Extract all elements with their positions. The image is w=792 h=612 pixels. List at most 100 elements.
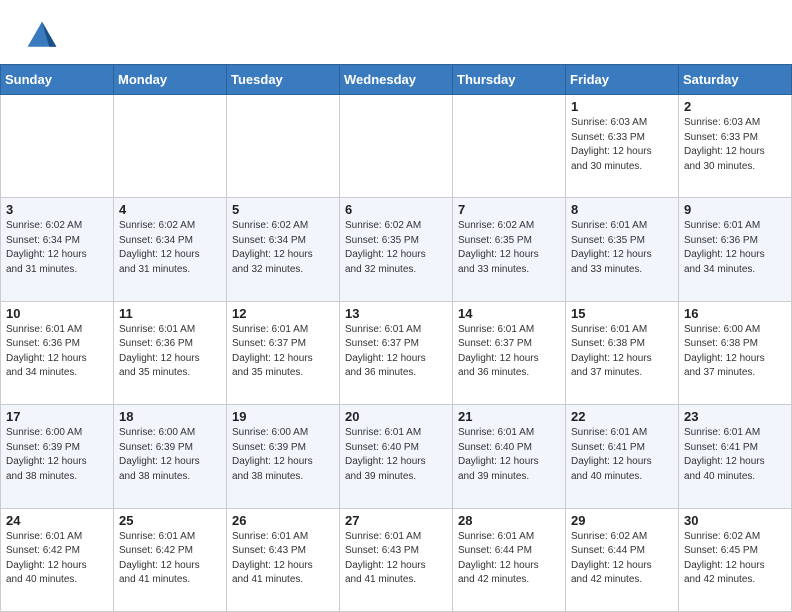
calendar-cell: 25 Sunrise: 6:01 AM Sunset: 6:42 PM Dayli… bbox=[114, 508, 227, 611]
day-number: 3 bbox=[6, 202, 108, 217]
day-number: 6 bbox=[345, 202, 447, 217]
weekday-header: Monday bbox=[114, 65, 227, 95]
day-info: Sunrise: 6:00 AM Sunset: 6:38 PM Dayligh… bbox=[684, 323, 786, 381]
calendar-body: 1Sunrise: 6:03 AM Sunset: 6:33 PM Daylig… bbox=[1, 95, 792, 612]
day-number: 29 bbox=[571, 513, 673, 528]
day-number: 25 bbox=[119, 513, 221, 528]
calendar-cell: 26 Sunrise: 6:01 AM Sunset: 6:43 PM Dayli… bbox=[227, 508, 340, 611]
day-number: 7 bbox=[458, 202, 560, 217]
day-number: 17 bbox=[6, 409, 108, 424]
day-number: 19 bbox=[232, 409, 334, 424]
day-info: Sunrise: 6:01 AM Sunset: 6:43 PM Dayligh… bbox=[232, 530, 334, 588]
calendar-cell bbox=[1, 95, 114, 198]
day-info: Sunrise: 6:01 AM Sunset: 6:37 PM Dayligh… bbox=[232, 323, 334, 381]
day-number: 16 bbox=[684, 306, 786, 321]
weekday-header: Friday bbox=[566, 65, 679, 95]
day-number: 24 bbox=[6, 513, 108, 528]
day-info: Sunrise: 6:01 AM Sunset: 6:43 PM Dayligh… bbox=[345, 530, 447, 588]
calendar-cell: 10 Sunrise: 6:01 AM Sunset: 6:36 PM Dayli… bbox=[1, 301, 114, 404]
day-info: Sunrise: 6:01 AM Sunset: 6:41 PM Dayligh… bbox=[684, 426, 786, 484]
calendar-cell: 30 Sunrise: 6:02 AM Sunset: 6:45 PM Dayli… bbox=[679, 508, 792, 611]
calendar-cell: 29 Sunrise: 6:02 AM Sunset: 6:44 PM Dayli… bbox=[566, 508, 679, 611]
calendar-cell: 5 Sunrise: 6:02 AM Sunset: 6:34 PM Daylig… bbox=[227, 198, 340, 301]
day-info: Sunrise: 6:01 AM Sunset: 6:37 PM Dayligh… bbox=[458, 323, 560, 381]
day-number: 1 bbox=[571, 99, 673, 114]
calendar-cell: 21Sunrise: 6:01 AM Sunset: 6:40 PM Dayli… bbox=[453, 405, 566, 508]
calendar-cell bbox=[453, 95, 566, 198]
calendar-week: 1Sunrise: 6:03 AM Sunset: 6:33 PM Daylig… bbox=[1, 95, 792, 198]
calendar: SundayMondayTuesdayWednesdayThursdayFrid… bbox=[0, 64, 792, 612]
day-number: 10 bbox=[6, 306, 108, 321]
day-info: Sunrise: 6:01 AM Sunset: 6:42 PM Dayligh… bbox=[119, 530, 221, 588]
day-number: 30 bbox=[684, 513, 786, 528]
day-number: 8 bbox=[571, 202, 673, 217]
day-info: Sunrise: 6:01 AM Sunset: 6:41 PM Dayligh… bbox=[571, 426, 673, 484]
calendar-cell: 23 Sunrise: 6:01 AM Sunset: 6:41 PM Dayli… bbox=[679, 405, 792, 508]
calendar-cell: 19 Sunrise: 6:00 AM Sunset: 6:39 PM Dayli… bbox=[227, 405, 340, 508]
day-info: Sunrise: 6:00 AM Sunset: 6:39 PM Dayligh… bbox=[232, 426, 334, 484]
calendar-cell: 13Sunrise: 6:01 AM Sunset: 6:37 PM Dayli… bbox=[340, 301, 453, 404]
calendar-cell: 18Sunrise: 6:00 AM Sunset: 6:39 PM Dayli… bbox=[114, 405, 227, 508]
calendar-cell: 12 Sunrise: 6:01 AM Sunset: 6:37 PM Dayli… bbox=[227, 301, 340, 404]
day-number: 26 bbox=[232, 513, 334, 528]
day-number: 23 bbox=[684, 409, 786, 424]
header bbox=[0, 0, 792, 64]
day-number: 4 bbox=[119, 202, 221, 217]
day-number: 12 bbox=[232, 306, 334, 321]
calendar-cell: 15 Sunrise: 6:01 AM Sunset: 6:38 PM Dayli… bbox=[566, 301, 679, 404]
weekday-header: Saturday bbox=[679, 65, 792, 95]
day-number: 20 bbox=[345, 409, 447, 424]
day-number: 18 bbox=[119, 409, 221, 424]
page: SundayMondayTuesdayWednesdayThursdayFrid… bbox=[0, 0, 792, 612]
calendar-cell: 9 Sunrise: 6:01 AM Sunset: 6:36 PM Daylig… bbox=[679, 198, 792, 301]
day-info: Sunrise: 6:02 AM Sunset: 6:35 PM Dayligh… bbox=[458, 219, 560, 277]
day-info: Sunrise: 6:01 AM Sunset: 6:40 PM Dayligh… bbox=[458, 426, 560, 484]
day-info: Sunrise: 6:02 AM Sunset: 6:45 PM Dayligh… bbox=[684, 530, 786, 588]
day-info: Sunrise: 6:02 AM Sunset: 6:34 PM Dayligh… bbox=[232, 219, 334, 277]
day-info: Sunrise: 6:01 AM Sunset: 6:35 PM Dayligh… bbox=[571, 219, 673, 277]
day-info: Sunrise: 6:02 AM Sunset: 6:35 PM Dayligh… bbox=[345, 219, 447, 277]
calendar-week: 10 Sunrise: 6:01 AM Sunset: 6:36 PM Dayli… bbox=[1, 301, 792, 404]
calendar-cell: 8 Sunrise: 6:01 AM Sunset: 6:35 PM Daylig… bbox=[566, 198, 679, 301]
day-number: 9 bbox=[684, 202, 786, 217]
day-info: Sunrise: 6:02 AM Sunset: 6:44 PM Dayligh… bbox=[571, 530, 673, 588]
day-number: 14 bbox=[458, 306, 560, 321]
calendar-header: SundayMondayTuesdayWednesdayThursdayFrid… bbox=[1, 65, 792, 95]
day-info: Sunrise: 6:02 AM Sunset: 6:34 PM Dayligh… bbox=[6, 219, 108, 277]
calendar-cell: 14 Sunrise: 6:01 AM Sunset: 6:37 PM Dayli… bbox=[453, 301, 566, 404]
calendar-cell: 2Sunrise: 6:03 AM Sunset: 6:33 PM Daylig… bbox=[679, 95, 792, 198]
calendar-week: 24 Sunrise: 6:01 AM Sunset: 6:42 PM Dayli… bbox=[1, 508, 792, 611]
calendar-cell: 4Sunrise: 6:02 AM Sunset: 6:34 PM Daylig… bbox=[114, 198, 227, 301]
logo bbox=[24, 18, 66, 54]
day-number: 2 bbox=[684, 99, 786, 114]
day-info: Sunrise: 6:01 AM Sunset: 6:36 PM Dayligh… bbox=[6, 323, 108, 381]
calendar-cell: 1Sunrise: 6:03 AM Sunset: 6:33 PM Daylig… bbox=[566, 95, 679, 198]
calendar-cell: 6 Sunrise: 6:02 AM Sunset: 6:35 PM Daylig… bbox=[340, 198, 453, 301]
calendar-cell: 20 Sunrise: 6:01 AM Sunset: 6:40 PM Dayli… bbox=[340, 405, 453, 508]
day-info: Sunrise: 6:01 AM Sunset: 6:37 PM Dayligh… bbox=[345, 323, 447, 381]
day-info: Sunrise: 6:01 AM Sunset: 6:36 PM Dayligh… bbox=[119, 323, 221, 381]
weekday-row: SundayMondayTuesdayWednesdayThursdayFrid… bbox=[1, 65, 792, 95]
day-number: 27 bbox=[345, 513, 447, 528]
calendar-cell: 3 Sunrise: 6:02 AM Sunset: 6:34 PM Daylig… bbox=[1, 198, 114, 301]
weekday-header: Wednesday bbox=[340, 65, 453, 95]
calendar-cell: 28 Sunrise: 6:01 AM Sunset: 6:44 PM Dayli… bbox=[453, 508, 566, 611]
calendar-cell: 16 Sunrise: 6:00 AM Sunset: 6:38 PM Dayli… bbox=[679, 301, 792, 404]
calendar-cell bbox=[340, 95, 453, 198]
day-info: Sunrise: 6:01 AM Sunset: 6:40 PM Dayligh… bbox=[345, 426, 447, 484]
day-number: 22 bbox=[571, 409, 673, 424]
weekday-header: Thursday bbox=[453, 65, 566, 95]
calendar-cell: 24Sunrise: 6:01 AM Sunset: 6:42 PM Dayli… bbox=[1, 508, 114, 611]
calendar-cell: 17Sunrise: 6:00 AM Sunset: 6:39 PM Dayli… bbox=[1, 405, 114, 508]
calendar-cell: 7 Sunrise: 6:02 AM Sunset: 6:35 PM Daylig… bbox=[453, 198, 566, 301]
calendar-cell: 22 Sunrise: 6:01 AM Sunset: 6:41 PM Dayli… bbox=[566, 405, 679, 508]
day-number: 15 bbox=[571, 306, 673, 321]
calendar-cell: 11Sunrise: 6:01 AM Sunset: 6:36 PM Dayli… bbox=[114, 301, 227, 404]
day-info: Sunrise: 6:01 AM Sunset: 6:44 PM Dayligh… bbox=[458, 530, 560, 588]
calendar-cell bbox=[227, 95, 340, 198]
day-info: Sunrise: 6:01 AM Sunset: 6:38 PM Dayligh… bbox=[571, 323, 673, 381]
day-number: 5 bbox=[232, 202, 334, 217]
day-info: Sunrise: 6:01 AM Sunset: 6:36 PM Dayligh… bbox=[684, 219, 786, 277]
day-number: 28 bbox=[458, 513, 560, 528]
calendar-week: 17 Sunrise: 6:00 AM Sunset: 6:39 PM Dayli… bbox=[1, 405, 792, 508]
